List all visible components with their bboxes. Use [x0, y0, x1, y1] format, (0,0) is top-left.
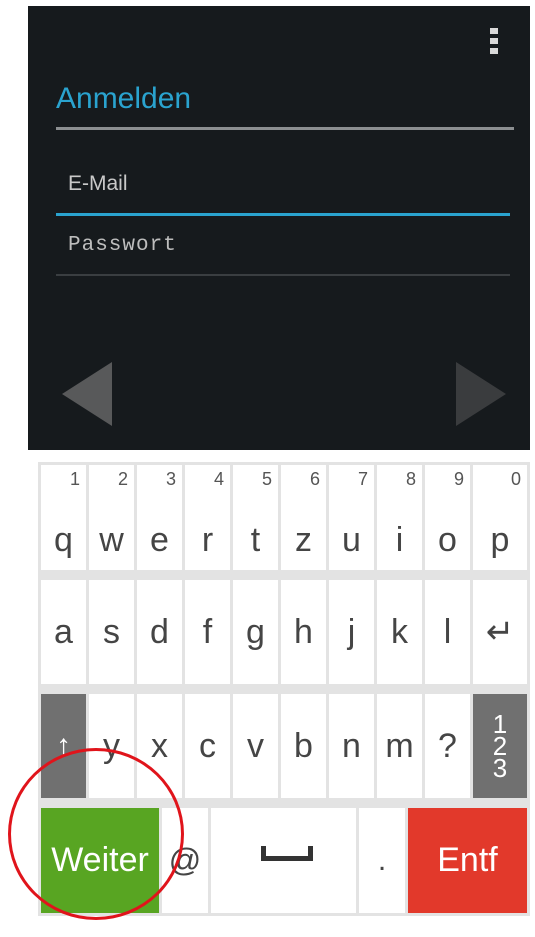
key-j[interactable]: j [329, 580, 374, 684]
numbers-label-3: 3 [492, 753, 508, 783]
key-letter: v [247, 726, 264, 765]
key-letter: n [342, 726, 361, 765]
delete-label: Entf [437, 841, 498, 879]
page-title: Anmelden [56, 82, 192, 115]
key-number: 0 [510, 469, 521, 489]
key-p[interactable]: 0p [473, 465, 527, 570]
login-screen: Anmelden E-Mail Passwort [28, 6, 530, 450]
key-letter: s [103, 612, 120, 651]
key-w[interactable]: 2w [89, 465, 134, 570]
key-letter: k [391, 612, 408, 651]
key-letter: p [490, 521, 510, 559]
key-number: 2 [117, 469, 128, 489]
key-dot[interactable]: . [359, 808, 405, 913]
key-letter: b [294, 726, 313, 765]
overflow-menu-icon[interactable] [490, 28, 498, 54]
key-letter: w [99, 521, 124, 559]
key-x[interactable]: x [137, 694, 182, 798]
title-divider [56, 127, 514, 130]
key-letter: q [54, 521, 73, 559]
key-b[interactable]: b [281, 694, 326, 798]
key-k[interactable]: k [377, 580, 422, 684]
key-u[interactable]: 7u [329, 465, 374, 570]
email-placeholder: E-Mail [68, 172, 128, 195]
key-letter: r [201, 521, 214, 559]
key-l[interactable]: l [425, 580, 470, 684]
key-q[interactable]: 1q [41, 465, 86, 570]
enter-key[interactable]: ↵ [473, 580, 527, 684]
key-i[interactable]: 8i [377, 465, 422, 570]
arrow-left-icon[interactable] [62, 362, 112, 426]
key-letter: u [342, 521, 361, 559]
key-s[interactable]: s [89, 580, 134, 684]
password-placeholder: Passwort [68, 234, 177, 257]
key-y[interactable]: y [89, 694, 134, 798]
key-number: 1 [69, 469, 80, 489]
shift-key[interactable]: ↑ [41, 694, 86, 798]
key-m[interactable]: m [377, 694, 422, 798]
key-letter: z [295, 521, 312, 559]
key-number: 7 [357, 469, 368, 489]
key-h[interactable]: h [281, 580, 326, 684]
delete-button[interactable]: Entf [408, 808, 527, 913]
key-letter: t [250, 521, 261, 559]
key-letter: h [294, 612, 313, 651]
space-bar-icon [261, 846, 313, 861]
key-at[interactable]: @ [162, 808, 208, 913]
space-key[interactable] [211, 808, 356, 913]
key-r[interactable]: 4r [185, 465, 230, 570]
key-v[interactable]: v [233, 694, 278, 798]
key-n[interactable]: n [329, 694, 374, 798]
key-number: 8 [405, 469, 416, 489]
key-letter: j [347, 612, 356, 651]
key-number: 3 [165, 469, 176, 489]
key-question[interactable]: ? [425, 694, 470, 798]
email-field[interactable]: E-Mail [56, 172, 510, 216]
key-a[interactable]: a [41, 580, 86, 684]
key-d[interactable]: d [137, 580, 182, 684]
key-o[interactable]: 9o [425, 465, 470, 570]
key-g[interactable]: g [233, 580, 278, 684]
shift-icon: ↑ [56, 729, 71, 762]
key-letter: c [199, 726, 216, 765]
phone-screen: Anmelden E-Mail Passwort 1q 2w 3e 4r 5t … [28, 6, 530, 916]
numbers-key[interactable]: 1 2 3 [473, 694, 527, 798]
key-letter: ? [438, 726, 457, 765]
key-letter: g [246, 612, 265, 651]
key-e[interactable]: 3e [137, 465, 182, 570]
key-t[interactable]: 5t [233, 465, 278, 570]
key-f[interactable]: f [185, 580, 230, 684]
key-letter: m [385, 726, 414, 765]
key-letter: i [395, 521, 404, 559]
key-letter: y [103, 726, 120, 765]
enter-icon: ↵ [485, 613, 515, 651]
key-c[interactable]: c [185, 694, 230, 798]
key-z[interactable]: 6z [281, 465, 326, 570]
key-letter: a [54, 612, 73, 651]
key-letter: . [377, 843, 387, 877]
key-number: 4 [213, 469, 224, 489]
key-letter: x [151, 726, 168, 765]
key-letter: @ [168, 842, 202, 878]
key-letter: f [202, 612, 213, 651]
key-letter: o [438, 521, 457, 559]
key-number: 5 [261, 469, 272, 489]
key-letter: e [150, 521, 169, 559]
weiter-label: Weiter [51, 841, 149, 879]
weiter-button[interactable]: Weiter [41, 808, 159, 913]
key-letter: d [150, 612, 169, 651]
key-number: 6 [309, 469, 320, 489]
soft-keyboard: 1q 2w 3e 4r 5t 6z 7u 8i 9o 0p a s d f g … [38, 462, 530, 916]
key-letter: l [443, 612, 452, 651]
arrow-right-icon[interactable] [456, 362, 506, 426]
key-number: 9 [453, 469, 464, 489]
password-field[interactable]: Passwort [56, 234, 510, 276]
